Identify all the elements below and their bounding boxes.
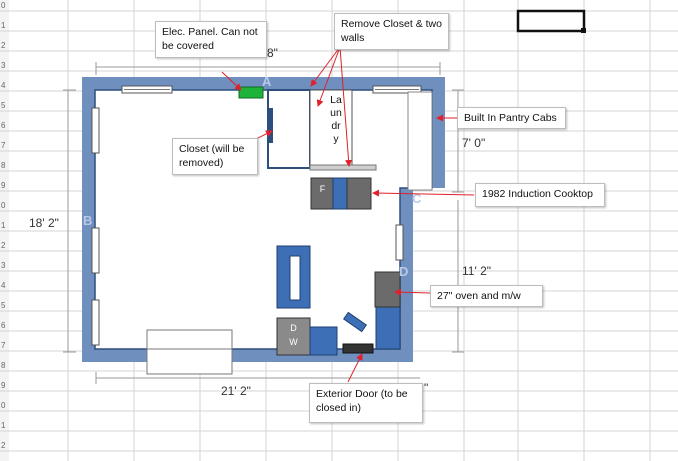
electrical-panel [238,86,264,99]
callout-remove-closet[interactable]: Remove Closet & two walls [334,13,449,50]
refrigerator-label: F [320,184,326,194]
laundry-label-line-4: y [333,133,339,145]
oven-and-microwave [374,271,401,308]
window-left-1 [91,107,100,154]
callout-pantry-cabinets[interactable]: Built In Pantry Cabs [457,107,566,129]
dishwasher-label-line2: W [289,337,298,347]
island-sink [289,255,301,301]
wall-label-c: C [412,191,422,206]
closet [267,89,311,169]
window-left-3 [91,299,100,346]
dimension-left: 18' 2" [29,216,59,230]
cabinet-by-fridge [332,177,348,210]
dimension-bottom-partial: " [424,381,428,395]
wall-label-d: D [399,264,408,279]
dimension-right-lower: 11' 2" [462,264,491,278]
dimension-bottom: 21' 2" [221,384,251,398]
spreadsheet-canvas: 01234567890123456789012 F D W A B C D 8"… [0,0,678,461]
callout-oven-microwave[interactable]: 27" oven and m/w [430,285,543,307]
dimension-right-upper: 7' 0" [462,136,485,150]
base-cabinet-right [375,304,401,350]
callout-induction-cooktop[interactable]: 1982 Induction Cooktop [475,183,605,207]
laundry-label-line-2: un [330,107,342,119]
bottom-window-bay [146,329,233,375]
laundry-label: La un dr y [326,94,346,146]
wall-label-a: A [262,74,272,89]
closet-door [269,108,273,143]
wall-label-b: B [83,213,92,228]
laundry-label-line-3: dr [331,120,341,132]
window-left-2 [91,227,100,274]
exterior-door [342,343,374,354]
window-right [395,224,404,261]
pantry-cabinets [407,91,433,191]
dishwasher-label-line1: D [290,323,297,333]
callout-closet[interactable]: Closet (will be removed) [172,138,258,175]
laundry-label-line-1: La [330,94,342,106]
induction-cooktop [346,177,372,210]
callout-electrical-panel[interactable]: Elec. Panel. Can not be covered [155,21,267,58]
callout-exterior-door[interactable]: Exterior Door (to be closed in) [309,383,423,423]
laundry-counter [309,164,377,171]
base-cabinet-bottom [309,326,338,356]
